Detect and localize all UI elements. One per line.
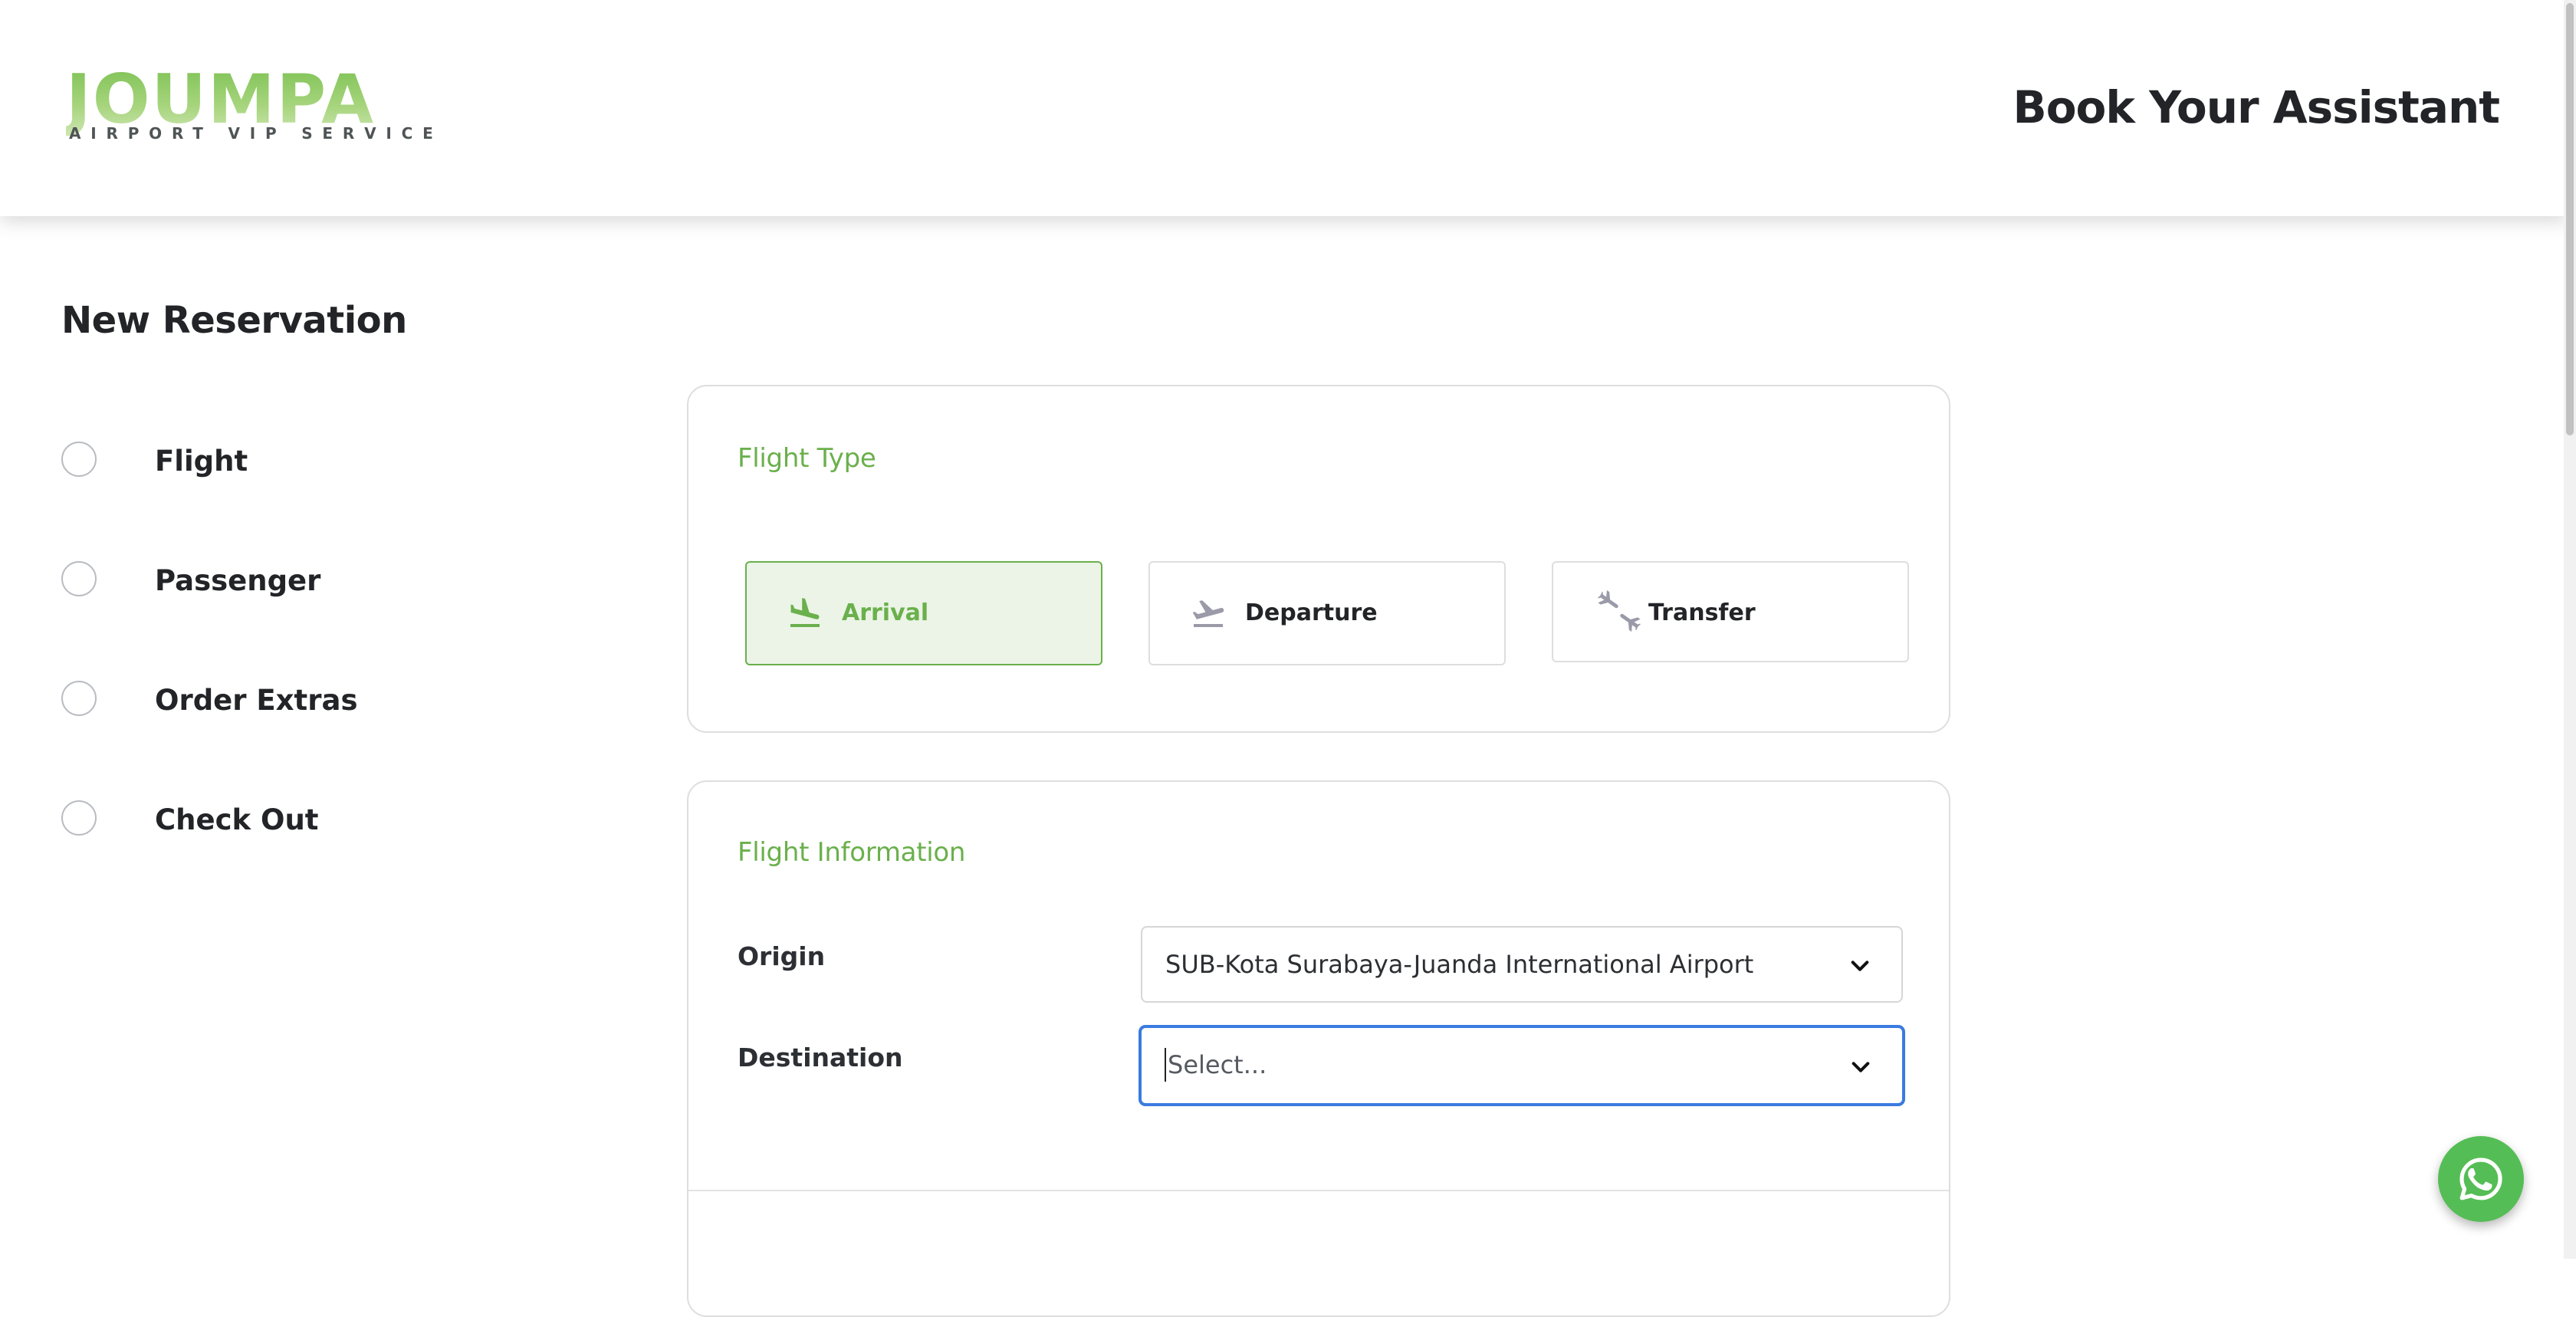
flight-information-heading: Flight Information bbox=[738, 837, 966, 868]
transfer-label: Transfer bbox=[1648, 599, 1756, 626]
step-indicator bbox=[61, 442, 97, 477]
step-passenger[interactable]: Passenger bbox=[61, 558, 445, 604]
plane-departure-icon bbox=[1190, 595, 1227, 632]
flight-information-card: Flight Information Origin SUB-Kota Surab… bbox=[687, 780, 1950, 1317]
joumpa-logo[interactable]: JOUMPA AIRPORT VIP SERVICE bbox=[66, 63, 433, 147]
flight-type-heading: Flight Type bbox=[738, 443, 876, 474]
whatsapp-icon bbox=[2456, 1154, 2505, 1204]
step-indicator bbox=[61, 800, 97, 836]
plane-arrival-icon bbox=[787, 595, 823, 632]
destination-select[interactable]: Select... bbox=[1139, 1026, 1904, 1105]
chevron-down-icon[interactable] bbox=[1848, 1055, 1873, 1079]
page-scrollbar[interactable] bbox=[2564, 0, 2576, 1259]
whatsapp-chat-button[interactable] bbox=[2438, 1136, 2524, 1222]
step-flight[interactable]: Flight bbox=[61, 438, 445, 484]
transfer-option[interactable]: Transfer bbox=[1552, 561, 1909, 662]
chevron-down-icon[interactable] bbox=[1848, 954, 1872, 978]
arrival-option[interactable]: Arrival bbox=[745, 561, 1102, 665]
origin-select[interactable]: SUB-Kota Surabaya-Juanda International A… bbox=[1141, 926, 1903, 1003]
header-title: Book Your Assistant bbox=[2013, 81, 2500, 133]
card-divider bbox=[688, 1190, 1949, 1191]
plane-transfer-icon bbox=[1598, 589, 1641, 635]
departure-option[interactable]: Departure bbox=[1148, 561, 1506, 665]
scrollbar-thumb[interactable] bbox=[2566, 3, 2574, 435]
step-label: Passenger bbox=[155, 564, 321, 597]
destination-label: Destination bbox=[738, 1043, 903, 1072]
step-label: Flight bbox=[155, 445, 248, 478]
departure-label: Departure bbox=[1245, 599, 1378, 626]
step-indicator bbox=[61, 561, 97, 596]
origin-selected-value: SUB-Kota Surabaya-Juanda International A… bbox=[1165, 950, 1754, 979]
destination-placeholder: Select... bbox=[1165, 1048, 1267, 1082]
logo-tagline: AIRPORT VIP SERVICE bbox=[69, 124, 443, 143]
step-label: Order Extras bbox=[155, 684, 358, 717]
step-indicator bbox=[61, 681, 97, 716]
page-title: New Reservation bbox=[61, 299, 407, 342]
origin-label: Origin bbox=[738, 941, 826, 971]
step-check-out[interactable]: Check Out bbox=[61, 797, 445, 843]
arrival-label: Arrival bbox=[842, 599, 929, 626]
flight-type-card: Flight Type Arrival Departure Transfer bbox=[687, 385, 1950, 733]
step-label: Check Out bbox=[155, 803, 319, 836]
site-header: JOUMPA AIRPORT VIP SERVICE Book Your Ass… bbox=[0, 0, 2568, 216]
step-order-extras[interactable]: Order Extras bbox=[61, 678, 445, 724]
